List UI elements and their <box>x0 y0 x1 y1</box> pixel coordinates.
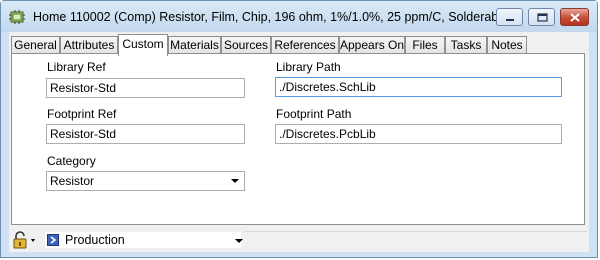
lock-button[interactable] <box>11 230 39 250</box>
tab-tasks[interactable]: Tasks <box>445 36 487 54</box>
window-title: Home 110002 (Comp) Resistor, Film, Chip,… <box>33 10 519 24</box>
tab-custom[interactable]: Custom <box>118 34 168 56</box>
tab-general[interactable]: General <box>11 36 60 54</box>
close-button[interactable] <box>560 8 589 26</box>
tab-files[interactable]: Files <box>405 36 445 54</box>
dialog-window: Home 110002 (Comp) Resistor, Film, Chip,… <box>0 0 598 258</box>
footprint-path-label: Footprint Path <box>276 107 352 121</box>
library-ref-field[interactable]: Resistor-Std <box>46 78 245 98</box>
footprint-ref-field[interactable]: Resistor-Std <box>46 124 245 144</box>
component-icon <box>9 10 25 24</box>
library-path-field[interactable]: ./Discretes.SchLib <box>275 77 562 97</box>
library-ref-label: Library Ref <box>47 60 106 74</box>
lifecycle-state-value: Production <box>65 233 125 247</box>
close-icon <box>570 13 580 22</box>
tab-sources[interactable]: Sources <box>221 36 271 54</box>
status-bar: Production <box>9 228 589 252</box>
footprint-ref-label: Footprint Ref <box>47 107 117 121</box>
maximize-icon <box>537 13 548 22</box>
dropdown-arrow-icon[interactable] <box>231 179 239 183</box>
library-path-label: Library Path <box>276 60 341 74</box>
tab-notes[interactable]: Notes <box>487 36 527 54</box>
footprint-path-field[interactable]: ./Discretes.PcbLib <box>275 124 562 144</box>
category-value: Resistor <box>50 174 95 188</box>
tab-references[interactable]: References <box>271 36 339 54</box>
minimize-icon <box>506 19 514 21</box>
minimize-button[interactable] <box>496 8 523 26</box>
tab-appears-on[interactable]: Appears On <box>339 36 405 54</box>
lifecycle-state-dropdown[interactable]: Production <box>44 231 243 249</box>
status-area <box>245 231 587 250</box>
state-arrow-icon <box>47 234 59 246</box>
custom-tab-panel: Library Ref Resistor-Std Library Path ./… <box>11 53 585 225</box>
padlock-icon <box>13 231 35 249</box>
category-label: Category <box>47 154 96 168</box>
chevron-down-icon[interactable] <box>235 239 243 243</box>
maximize-button[interactable] <box>528 8 555 26</box>
title-bar[interactable]: Home 110002 (Comp) Resistor, Film, Chip,… <box>1 1 597 32</box>
tab-materials[interactable]: Materials <box>168 36 221 54</box>
dialog-body: General Attributes Custom Materials Sour… <box>9 32 589 252</box>
category-select[interactable]: Resistor <box>46 171 245 191</box>
tab-strip: General Attributes Custom Materials Sour… <box>11 34 587 56</box>
tab-attributes[interactable]: Attributes <box>60 36 118 54</box>
